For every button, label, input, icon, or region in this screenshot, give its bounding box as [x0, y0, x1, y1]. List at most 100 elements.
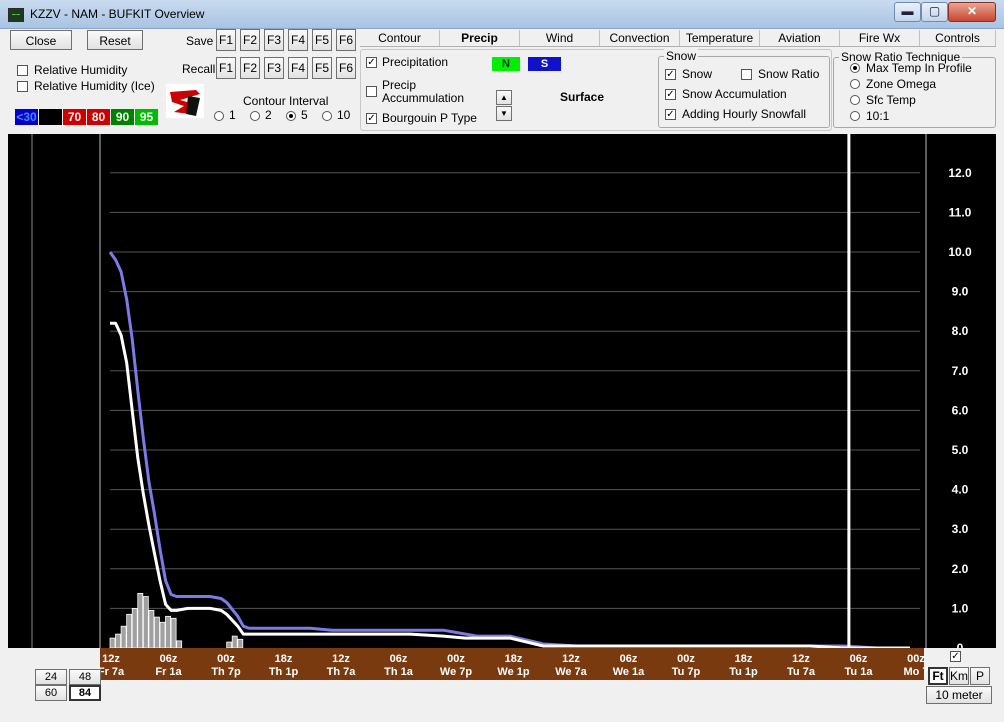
tab-contour[interactable]: Contour — [360, 30, 440, 46]
precip-accum-label-2: Accummulation — [382, 91, 465, 105]
precip-bar-9 — [159, 621, 166, 648]
surface-label: Surface — [560, 90, 605, 104]
contour-1-label: 1 — [229, 108, 236, 122]
contour-2-radio[interactable] — [250, 111, 260, 121]
contour-5-radio[interactable] — [286, 111, 296, 121]
series-line-1 — [110, 321, 910, 648]
time-tick-top-10: 00z — [677, 653, 695, 665]
range-60-button[interactable]: 60 — [35, 685, 67, 701]
y-tick-label-1: 11.0 — [949, 205, 972, 219]
bufkit-logo — [166, 84, 204, 118]
maximize-button[interactable]: ▢ — [921, 2, 948, 22]
precip-bar-7 — [148, 609, 155, 648]
recall-f4-button[interactable]: F4 — [288, 57, 308, 79]
y-tick-label-5: 7.0 — [952, 364, 969, 378]
close-button[interactable]: Close — [10, 30, 72, 50]
tab-convection[interactable]: Convection — [600, 30, 680, 46]
snow-ratio-label: Snow Ratio — [758, 67, 820, 81]
unit-p-button[interactable]: P — [970, 667, 990, 685]
ratio-option-2-radio[interactable] — [850, 95, 860, 105]
ratio-option-1-radio[interactable] — [850, 79, 860, 89]
legend-swatch-4: 90 — [111, 109, 134, 125]
recall-f3-button[interactable]: F3 — [264, 57, 284, 79]
contour-10-radio[interactable] — [322, 111, 332, 121]
recall-f6-button[interactable]: F6 — [336, 57, 356, 79]
precip-bar-10 — [165, 615, 171, 648]
relative-humidity-ice-checkbox[interactable] — [17, 81, 28, 92]
relative-humidity-checkbox[interactable] — [17, 65, 28, 76]
time-tick-bottom-13: Tu 1a — [844, 666, 873, 678]
ratio-option-3-label: 10:1 — [866, 109, 890, 123]
ratio-option-0-radio[interactable] — [850, 63, 860, 73]
ratio-option-3-radio[interactable] — [850, 111, 860, 121]
range-84-button[interactable]: 84 — [69, 685, 101, 701]
precip-bar-5 — [137, 592, 144, 648]
time-tick-bottom-2: Th 7p — [211, 666, 241, 678]
time-tick-bottom-6: We 7p — [439, 666, 473, 678]
contour-1-radio[interactable] — [214, 111, 224, 121]
bottom-right-checkbox[interactable]: ✓ — [950, 651, 961, 662]
precip-bar-1 — [115, 633, 121, 648]
tab-fire-wx[interactable]: Fire Wx — [840, 30, 920, 46]
time-tick-top-3: 18z — [274, 653, 293, 665]
time-tick-top-14: 00z — [907, 653, 925, 665]
range-24-button[interactable]: 24 — [35, 669, 67, 685]
time-tick-bottom-12: Tu 7a — [787, 666, 815, 678]
time-tick-top-13: 06z — [849, 653, 868, 665]
snow-ratio-checkbox[interactable] — [741, 69, 752, 80]
time-tick-bottom-5: Th 1a — [384, 666, 413, 678]
recall-label: Recall — [182, 62, 216, 76]
save-f5-button[interactable]: F5 — [312, 29, 332, 51]
tab-temperature[interactable]: Temperature — [680, 30, 760, 46]
snow-accum-checkbox[interactable]: ✓ — [665, 89, 676, 100]
close-window-button[interactable]: ✕ — [948, 2, 996, 22]
save-f1-button[interactable]: F1 — [216, 29, 236, 51]
tab-wind[interactable]: Wind — [520, 30, 600, 46]
precipitation-checkbox[interactable]: ✓ — [366, 57, 377, 68]
time-tick-top-1: 06z — [159, 653, 178, 665]
contour-2-label: 2 — [265, 108, 272, 122]
time-tick-bottom-9: We 1a — [612, 666, 645, 678]
level-down-button[interactable]: ▼ — [496, 106, 512, 121]
precip-bar-6 — [142, 596, 149, 648]
save-f3-button[interactable]: F3 — [264, 29, 284, 51]
recall-f2-button[interactable]: F2 — [240, 57, 260, 79]
unit-ft-button[interactable]: Ft — [928, 667, 948, 685]
time-tick-top-9: 06z — [619, 653, 638, 665]
tab-aviation[interactable]: Aviation — [760, 30, 840, 46]
hourly-snowfall-checkbox[interactable]: ✓ — [665, 109, 676, 120]
north-toggle[interactable]: N — [492, 57, 520, 71]
minimize-button[interactable]: ▬ — [894, 2, 921, 22]
time-tick-top-2: 00z — [217, 653, 235, 665]
level-up-button[interactable]: ▲ — [496, 90, 512, 105]
legend-swatch-2: 70 — [63, 109, 86, 125]
y-tick-label-12: 0 — [957, 641, 964, 648]
reset-button[interactable]: Reset — [87, 30, 143, 50]
snow-checkbox[interactable]: ✓ — [665, 69, 676, 80]
unit-km-button[interactable]: Km — [949, 667, 969, 685]
tab-precip[interactable]: Precip — [440, 30, 520, 46]
save-f6-button[interactable]: F6 — [336, 29, 356, 51]
tab-controls[interactable]: Controls — [920, 30, 996, 46]
save-f2-button[interactable]: F2 — [240, 29, 260, 51]
y-tick-label-6: 6.0 — [952, 403, 969, 417]
range-48-button[interactable]: 48 — [69, 669, 101, 685]
level-height-button[interactable]: 10 meter — [926, 686, 992, 704]
precip-accum-checkbox[interactable] — [366, 86, 377, 97]
y-tick-label-0: 12.0 — [948, 166, 972, 180]
y-tick-label-8: 4.0 — [952, 483, 969, 497]
save-f4-button[interactable]: F4 — [288, 29, 308, 51]
time-tick-top-5: 06z — [389, 653, 408, 665]
y-tick-label-9: 3.0 — [952, 522, 969, 536]
south-toggle[interactable]: S — [528, 57, 561, 71]
snow-group-title: Snow — [664, 49, 699, 63]
time-tick-top-4: 12z — [332, 653, 350, 665]
bourgouin-checkbox[interactable]: ✓ — [366, 113, 377, 124]
time-tick-top-6: 00z — [447, 653, 465, 665]
precip-bar-4 — [131, 607, 138, 648]
precip-accum-label-1: Precip — [382, 78, 417, 92]
recall-f1-button[interactable]: F1 — [216, 57, 236, 79]
relative-humidity-ice-label: Relative Humidity (Ice) — [34, 79, 155, 93]
save-label: Save — [186, 34, 214, 48]
recall-f5-button[interactable]: F5 — [312, 57, 332, 79]
